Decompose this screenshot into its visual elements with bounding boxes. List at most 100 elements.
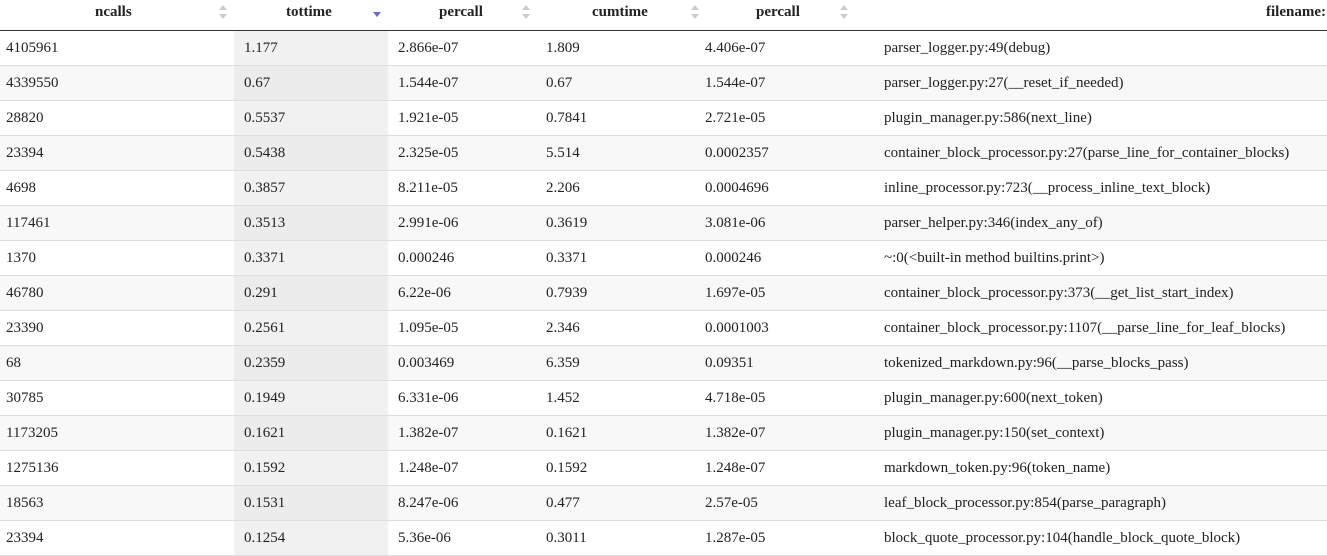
tottime-cell: 0.5537 <box>234 100 388 136</box>
cumtime-cell: 1.452 <box>540 380 696 416</box>
percall-cumtime-cell: 0.0001003 <box>696 310 856 346</box>
profile-stats-table: ncalls tottime percall cumtime percall f… <box>0 0 1327 556</box>
table-row: 4339550 0.67 1.544e-07 0.67 1.544e-07 parser_… <box>0 65 1327 101</box>
tottime-cell: 1.177 <box>234 30 388 66</box>
ncalls-cell: 117461 <box>0 205 234 241</box>
cumtime-cell: 0.7939 <box>540 275 696 311</box>
column-header-tottime[interactable]: tottime <box>234 0 388 31</box>
table-row: 4698 0.3857 8.211e-05 2.206 0.0004696 inline_… <box>0 170 1327 206</box>
cumtime-cell: 0.1621 <box>540 415 696 451</box>
ncalls-cell: 1173205 <box>0 415 234 451</box>
ncalls-cell: 18563 <box>0 485 234 521</box>
filename-cell: plugin_manager.py:150(set_context) <box>856 415 1327 451</box>
cumtime-cell: 1.809 <box>540 30 696 66</box>
cumtime-cell: 0.67 <box>540 65 696 101</box>
cumtime-cell: 6.359 <box>540 345 696 381</box>
table-row: 23394 0.5438 2.325e-05 5.514 0.0002357 contai… <box>0 135 1327 171</box>
sort-descending-icon[interactable] <box>372 3 382 21</box>
percall-cumtime-cell: 0.09351 <box>696 345 856 381</box>
percall-tottime-cell: 2.866e-07 <box>388 30 540 66</box>
tottime-cell: 0.67 <box>234 65 388 101</box>
percall-cumtime-cell: 1.287e-05 <box>696 520 856 556</box>
cumtime-cell: 2.346 <box>540 310 696 346</box>
table-row: 18563 0.1531 8.247e-06 0.477 2.57e-05 leaf_bl… <box>0 485 1327 521</box>
percall-tottime-cell: 5.36e-06 <box>388 520 540 556</box>
percall-tottime-cell: 1.095e-05 <box>388 310 540 346</box>
filename-cell: inline_processor.py:723(__process_inline… <box>856 170 1327 206</box>
tottime-cell: 0.5438 <box>234 135 388 171</box>
ncalls-cell: 30785 <box>0 380 234 416</box>
sort-unsorted-icon[interactable] <box>218 3 228 21</box>
ncalls-cell: 23394 <box>0 135 234 171</box>
table-row: 117461 0.3513 2.991e-06 0.3619 3.081e-06 pars… <box>0 205 1327 241</box>
filename-cell: ~:0(<built-in method builtins.print>) <box>856 240 1327 276</box>
ncalls-cell: 23394 <box>0 520 234 556</box>
cumtime-cell: 0.1592 <box>540 450 696 486</box>
tottime-cell: 0.2359 <box>234 345 388 381</box>
tottime-cell: 0.1592 <box>234 450 388 486</box>
column-label-tottime: tottime <box>286 4 332 20</box>
column-label-percall-tottime: percall <box>439 4 483 20</box>
percall-cumtime-cell: 0.0002357 <box>696 135 856 171</box>
cumtime-cell: 0.7841 <box>540 100 696 136</box>
ncalls-cell: 4105961 <box>0 30 234 66</box>
column-header-ncalls[interactable]: ncalls <box>0 0 234 31</box>
ncalls-cell: 4698 <box>0 170 234 206</box>
table-row: 23394 0.1254 5.36e-06 0.3011 1.287e-05 block_… <box>0 520 1327 556</box>
column-label-cumtime: cumtime <box>592 4 648 20</box>
percall-cumtime-cell: 1.248e-07 <box>696 450 856 486</box>
column-header-percall-tottime[interactable]: percall <box>388 0 540 31</box>
filename-cell: parser_logger.py:27(__reset_if_needed) <box>856 65 1327 101</box>
filename-cell: parser_logger.py:49(debug) <box>856 30 1327 66</box>
table-row: 4105961 1.177 2.866e-07 1.809 4.406e-07 parse… <box>0 30 1327 66</box>
table-row: 46780 0.291 6.22e-06 0.7939 1.697e-05 contain… <box>0 275 1327 311</box>
filename-cell: parser_helper.py:346(index_any_of) <box>856 205 1327 241</box>
filename-cell: markdown_token.py:96(token_name) <box>856 450 1327 486</box>
tottime-cell: 0.1621 <box>234 415 388 451</box>
percall-tottime-cell: 8.211e-05 <box>388 170 540 206</box>
cumtime-cell: 0.3619 <box>540 205 696 241</box>
ncalls-cell: 46780 <box>0 275 234 311</box>
percall-cumtime-cell: 1.544e-07 <box>696 65 856 101</box>
sort-unsorted-icon[interactable] <box>839 3 849 21</box>
percall-cumtime-cell: 1.382e-07 <box>696 415 856 451</box>
percall-tottime-cell: 8.247e-06 <box>388 485 540 521</box>
sort-unsorted-icon[interactable] <box>521 3 531 21</box>
percall-cumtime-cell: 2.57e-05 <box>696 485 856 521</box>
column-header-filename[interactable]: filename: <box>856 0 1327 31</box>
column-header-cumtime[interactable]: cumtime <box>540 0 699 31</box>
tottime-cell: 0.3857 <box>234 170 388 206</box>
percall-tottime-cell: 1.248e-07 <box>388 450 540 486</box>
filename-cell: container_block_processor.py:1107(__pars… <box>856 310 1327 346</box>
percall-cumtime-cell: 0.000246 <box>696 240 856 276</box>
tottime-cell: 0.2561 <box>234 310 388 346</box>
table-row: 1275136 0.1592 1.248e-07 0.1592 1.248e-07 mar… <box>0 450 1327 486</box>
column-header-percall-cumtime[interactable]: percall <box>696 0 856 31</box>
tottime-cell: 0.3513 <box>234 205 388 241</box>
ncalls-cell: 1275136 <box>0 450 234 486</box>
filename-cell: leaf_block_processor.py:854(parse_paragr… <box>856 485 1327 521</box>
cumtime-cell: 0.3371 <box>540 240 696 276</box>
percall-tottime-cell: 0.003469 <box>388 345 540 381</box>
column-label-percall-cumtime: percall <box>756 4 800 20</box>
table-row: 1173205 0.1621 1.382e-07 0.1621 1.382e-07 plu… <box>0 415 1327 451</box>
percall-cumtime-cell: 3.081e-06 <box>696 205 856 241</box>
tottime-cell: 0.1949 <box>234 380 388 416</box>
percall-tottime-cell: 0.000246 <box>388 240 540 276</box>
table-header: ncalls tottime percall cumtime percall f… <box>0 0 1327 31</box>
percall-tottime-cell: 1.921e-05 <box>388 100 540 136</box>
percall-tottime-cell: 6.22e-06 <box>388 275 540 311</box>
percall-cumtime-cell: 4.406e-07 <box>696 30 856 66</box>
percall-cumtime-cell: 4.718e-05 <box>696 380 856 416</box>
table-body: 4105961 1.177 2.866e-07 1.809 4.406e-07 parse… <box>0 30 1327 556</box>
cumtime-cell: 5.514 <box>540 135 696 171</box>
cumtime-cell: 2.206 <box>540 170 696 206</box>
tottime-cell: 0.1254 <box>234 520 388 556</box>
percall-tottime-cell: 2.325e-05 <box>388 135 540 171</box>
table-row: 1370 0.3371 0.000246 0.3371 0.000246 ~:0(<bui… <box>0 240 1327 276</box>
filename-cell: container_block_processor.py:373(__get_l… <box>856 275 1327 311</box>
ncalls-cell: 1370 <box>0 240 234 276</box>
tottime-cell: 0.1531 <box>234 485 388 521</box>
filename-cell: plugin_manager.py:600(next_token) <box>856 380 1327 416</box>
filename-cell: container_block_processor.py:27(parse_li… <box>856 135 1327 171</box>
